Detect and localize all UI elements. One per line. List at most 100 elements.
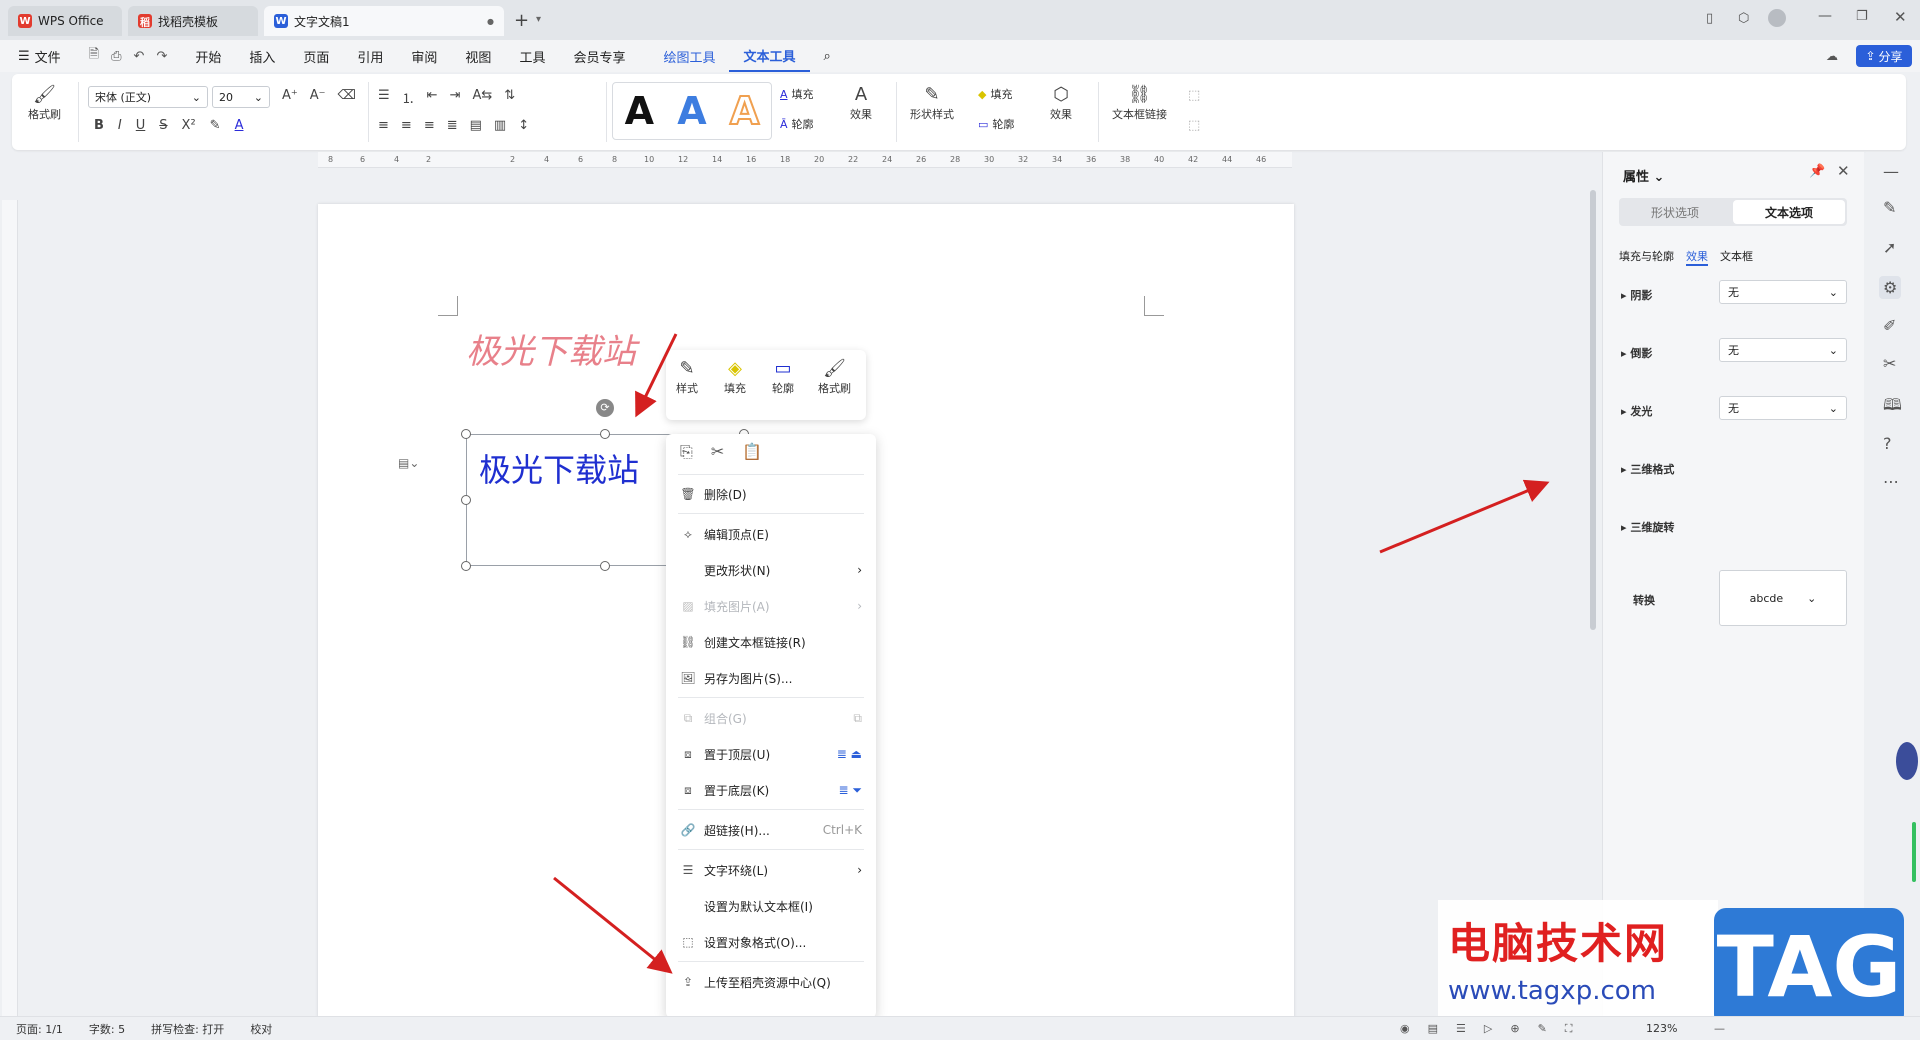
next-box-icon[interactable]: ⬚ xyxy=(1188,118,1200,133)
menu-item-page[interactable]: 页面 xyxy=(289,40,343,72)
bring-forward-icons[interactable]: ≣ ⏏ xyxy=(837,747,862,761)
menu-text-wrap[interactable]: ☰ 文字环绕(L) › xyxy=(666,856,876,884)
zoom-out-icon[interactable]: — xyxy=(1714,1022,1725,1035)
three-d-format-row[interactable]: ▸ 三维格式 xyxy=(1621,461,1674,477)
rotate-handle-icon[interactable]: ⟳ xyxy=(596,399,614,417)
font-family-select[interactable]: 宋体 (正文) ⌄ xyxy=(88,86,208,108)
resize-handle[interactable] xyxy=(461,495,471,505)
grow-font-icon[interactable]: A⁺ xyxy=(282,88,298,103)
tab-list-chevron-icon[interactable]: ▾ xyxy=(536,14,541,25)
minimize-icon[interactable]: — xyxy=(1818,8,1832,24)
shadow-row[interactable]: ▸ 阴影 xyxy=(1621,287,1652,303)
pen-view-icon[interactable]: ✎ xyxy=(1538,1022,1547,1036)
cut-icon[interactable]: ✂ xyxy=(711,442,724,462)
select-arrow-icon[interactable]: ➚ xyxy=(1883,238,1896,257)
menu-item-draw-tools[interactable]: 绘图工具 xyxy=(649,40,729,72)
text-style-black[interactable]: A xyxy=(625,89,654,133)
highlight-icon[interactable]: ✎ xyxy=(210,118,221,133)
close-panel-icon[interactable]: ✕ xyxy=(1837,162,1850,180)
underline-icon[interactable]: U xyxy=(136,118,146,133)
menu-edit-points[interactable]: ⟡ 编辑顶点(E) xyxy=(666,520,876,548)
status-page[interactable]: 页面: 1/1 xyxy=(16,1021,63,1037)
distributed-icon[interactable]: ▤ xyxy=(470,118,482,133)
menu-item-references[interactable]: 引用 xyxy=(343,40,397,72)
tab-wps-office[interactable]: W WPS Office xyxy=(8,6,122,36)
strikethrough-icon[interactable]: S xyxy=(159,118,167,133)
shape-style-button[interactable]: ✎ 形状样式 xyxy=(910,84,954,122)
textbox-link-button[interactable]: ⛓ 文本框链接 xyxy=(1112,84,1167,122)
format-brush-button[interactable]: 🖌 格式刷 xyxy=(28,84,61,122)
shape-outline-button[interactable]: ▭ 轮廓 xyxy=(978,116,1014,132)
text-outline-button[interactable]: Ā 轮廓 xyxy=(780,116,814,132)
menu-group[interactable]: ⧉ 组合(G) ⧉ xyxy=(666,704,876,732)
text-direction-icon[interactable]: A⇆ xyxy=(472,88,492,107)
cube-icon[interactable]: ⬡ xyxy=(1738,11,1749,26)
avatar[interactable] xyxy=(1768,9,1786,27)
copy-icon[interactable]: ⎘ xyxy=(680,442,693,462)
numbered-list-icon[interactable]: ⒈ xyxy=(402,88,415,107)
align-right-icon[interactable]: ≡ xyxy=(424,118,435,133)
book-icon[interactable]: 🕮 xyxy=(1883,394,1902,421)
tab-document[interactable]: W 文字文稿1 ● xyxy=(264,6,504,36)
shape-effect-button[interactable]: ⬡ 效果 xyxy=(1050,84,1072,122)
send-backward-icons[interactable]: ≣ ⏷ xyxy=(839,783,862,798)
mini-fill-button[interactable]: ◈ 填充 xyxy=(724,358,746,396)
decrease-indent-icon[interactable]: ⇤ xyxy=(427,88,438,107)
menu-item-view[interactable]: 视图 xyxy=(451,40,505,72)
increase-indent-icon[interactable]: ⇥ xyxy=(450,88,461,107)
tools-icon[interactable]: ✂ xyxy=(1883,354,1896,373)
italic-icon[interactable]: I xyxy=(118,118,122,133)
page-view-icon[interactable]: ▤ xyxy=(1428,1022,1438,1036)
panel-title[interactable]: 属性 ⌄ xyxy=(1623,166,1664,185)
edit-icon[interactable]: ✐ xyxy=(1883,316,1896,335)
paste-icon[interactable]: 📋 xyxy=(742,442,762,462)
menu-hyperlink[interactable]: 🔗 超链接(H)... Ctrl+K xyxy=(666,816,876,844)
font-size-select[interactable]: 20 ⌄ xyxy=(212,86,270,108)
text-effect-button[interactable]: A 效果 xyxy=(850,84,872,122)
file-menu[interactable]: ☰ 文件 xyxy=(0,40,75,72)
menu-set-default-textbox[interactable]: 设置为默认文本框(I) xyxy=(666,892,876,920)
wordart-text[interactable]: 极光下载站 xyxy=(466,324,636,373)
transform-select[interactable]: abcde ⌄ xyxy=(1719,570,1847,626)
close-window-icon[interactable]: ✕ xyxy=(1894,8,1907,26)
shrink-font-icon[interactable]: A⁻ xyxy=(310,88,326,103)
glow-select[interactable]: 无 ⌄ xyxy=(1719,396,1847,420)
menu-item-member[interactable]: 会员专享 xyxy=(559,40,639,72)
share-button[interactable]: ⇪ 分享 xyxy=(1856,45,1912,67)
layout-icon[interactable]: ▯ xyxy=(1706,11,1713,26)
play-icon[interactable]: ▷ xyxy=(1484,1022,1492,1036)
status-spell-check[interactable]: 拼写检查: 打开 xyxy=(151,1021,224,1037)
shadow-select[interactable]: 无 ⌄ xyxy=(1719,280,1847,304)
line-spacing-icon[interactable]: ↕ xyxy=(518,118,529,133)
menu-item-insert[interactable]: 插入 xyxy=(235,40,289,72)
vertical-ruler[interactable] xyxy=(2,200,18,1020)
help-icon[interactable]: ? xyxy=(1883,434,1892,453)
mini-brush-button[interactable]: 🖌 格式刷 xyxy=(818,358,851,396)
menu-change-shape[interactable]: 更改形状(N) › xyxy=(666,556,876,584)
more-icon[interactable]: ⋯ xyxy=(1883,472,1899,491)
menu-upload-docer[interactable]: ⇪ 上传至稻壳资源中心(Q) xyxy=(666,968,876,996)
three-d-rotation-row[interactable]: ▸ 三维旋转 xyxy=(1621,519,1674,535)
fit-icon[interactable]: ⛶ xyxy=(1565,1022,1573,1036)
tab-template[interactable]: 稻 找稻壳模板 xyxy=(128,6,258,36)
pin-icon[interactable]: 📌 xyxy=(1809,164,1825,179)
status-word-count[interactable]: 字数: 5 xyxy=(89,1021,125,1037)
cloud-icon[interactable]: ☁ xyxy=(1826,49,1838,63)
resize-handle[interactable] xyxy=(461,561,471,571)
zoom-level[interactable]: 123% xyxy=(1646,1022,1677,1035)
print-icon[interactable]: ⎙ xyxy=(111,49,121,64)
layout-options-icon[interactable]: ▤⌄ xyxy=(398,456,419,470)
bullet-list-icon[interactable]: ☰ xyxy=(378,88,390,107)
break-link-icon[interactable]: ⬚ xyxy=(1188,88,1200,103)
menu-item-review[interactable]: 审阅 xyxy=(397,40,451,72)
menu-save-as-picture[interactable]: 🖼 另存为图片(S)... xyxy=(666,664,876,692)
subtab-effect[interactable]: 效果 xyxy=(1686,248,1708,266)
tab-shape-options[interactable]: 形状选项 xyxy=(1619,198,1731,226)
sort-icon[interactable]: ⇅ xyxy=(504,88,515,107)
search-icon[interactable]: ⌕ xyxy=(810,40,845,72)
pen-icon[interactable]: ✎ xyxy=(1883,198,1896,217)
font-color-icon[interactable]: A xyxy=(235,118,244,133)
mini-outline-button[interactable]: ▭ 轮廓 xyxy=(772,358,794,396)
horizontal-ruler[interactable]: 8 6 4 2 2 4 6 8 10 12 14 16 18 20 22 24 … xyxy=(318,152,1292,168)
menu-format-object[interactable]: ⬚ 设置对象格式(O)... xyxy=(666,928,876,956)
